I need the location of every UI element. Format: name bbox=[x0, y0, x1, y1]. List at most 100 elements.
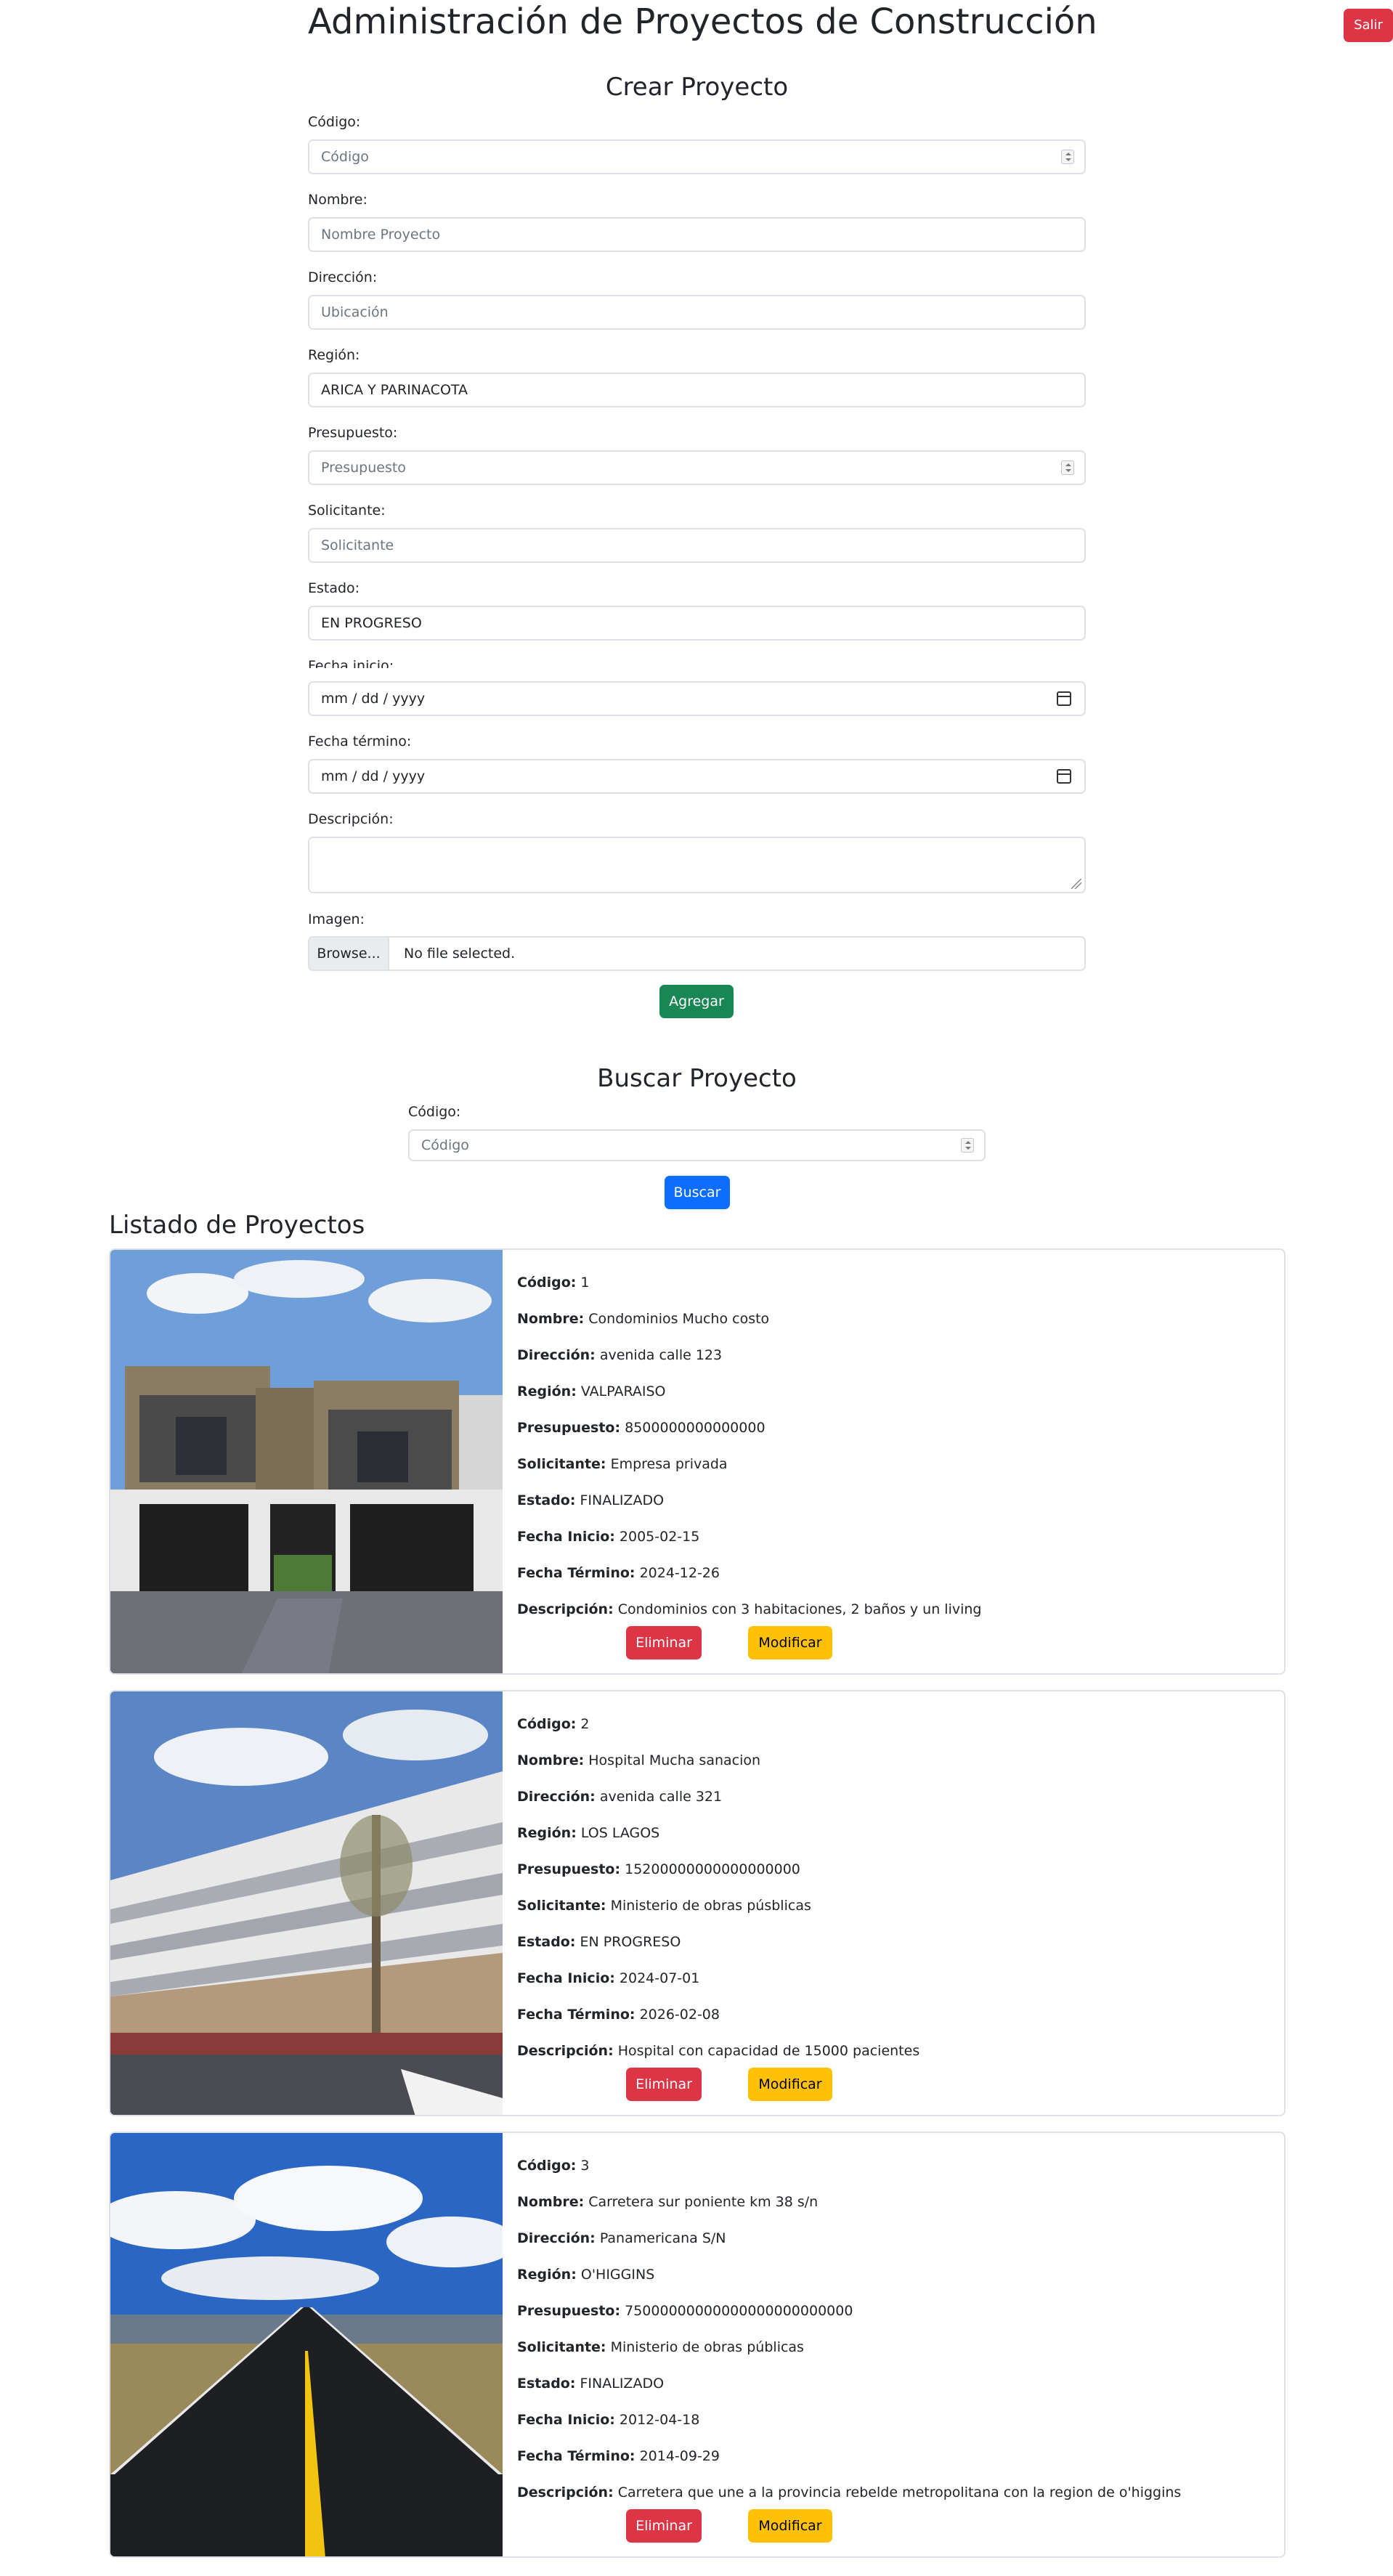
descripcion-textarea[interactable] bbox=[308, 837, 1086, 893]
imagen-file-input[interactable]: Browse... No file selected. bbox=[308, 936, 1086, 971]
solicitante-key: Solicitante: bbox=[517, 1456, 606, 1472]
fecha-inicio-value: 2024-07-01 bbox=[619, 1970, 700, 1986]
presupuesto-key: Presupuesto: bbox=[517, 1420, 621, 1436]
field-codigo: Código: 3 bbox=[517, 2148, 1272, 2184]
fecha-termino-key: Fecha Término: bbox=[517, 2448, 635, 2464]
modificar-button[interactable]: Modificar bbox=[748, 1626, 832, 1659]
resize-grip-icon[interactable] bbox=[1071, 879, 1081, 889]
number-spinner-icon[interactable] bbox=[1061, 460, 1074, 475]
field-presupuesto: Presupuesto: 75000000000000000000000000 bbox=[517, 2293, 1272, 2329]
eliminar-button[interactable]: Eliminar bbox=[626, 2509, 702, 2543]
nombre-key: Nombre: bbox=[517, 2194, 585, 2210]
region-selected-value: ARICA Y PARINACOTA bbox=[321, 382, 468, 398]
region-select[interactable]: ARICA Y PARINACOTA bbox=[308, 373, 1086, 407]
direccion-input[interactable]: Ubicación bbox=[308, 295, 1086, 330]
solicitante-input[interactable]: Solicitante bbox=[308, 528, 1086, 563]
field-region: Región: VALPARAISO bbox=[517, 1373, 1272, 1410]
presupuesto-value: 8500000000000000 bbox=[625, 1420, 765, 1436]
codigo-input[interactable]: Código bbox=[308, 139, 1086, 174]
region-key: Región: bbox=[517, 2267, 577, 2283]
fecha-inicio-value: 2005-02-15 bbox=[619, 1529, 700, 1545]
estado-label: Estado: bbox=[308, 580, 360, 596]
fecha-termino-value: 2026-02-08 bbox=[639, 2007, 720, 2023]
logout-button[interactable]: Salir bbox=[1344, 9, 1393, 42]
search-project-title: Buscar Proyecto bbox=[597, 1064, 797, 1093]
direccion-value: avenida calle 321 bbox=[599, 1789, 723, 1805]
direccion-value: Panamericana S/N bbox=[599, 2230, 726, 2246]
presupuesto-value: 15200000000000000000 bbox=[625, 1861, 800, 1877]
field-codigo: Código: 1 bbox=[517, 1264, 1272, 1301]
presupuesto-input[interactable]: Presupuesto bbox=[308, 450, 1086, 485]
codigo-key: Código: bbox=[517, 1275, 577, 1291]
project-list-title: Listado de Proyectos bbox=[109, 1211, 365, 1240]
nombre-key: Nombre: bbox=[517, 1311, 585, 1327]
region-value: VALPARAISO bbox=[580, 1384, 666, 1399]
field-nombre: Nombre: Carretera sur poniente km 38 s/n bbox=[517, 2184, 1272, 2220]
page-title: Administración de Proyectos de Construcc… bbox=[308, 1, 1097, 42]
nombre-value: Carretera sur poniente km 38 s/n bbox=[588, 2194, 819, 2210]
project-image bbox=[110, 1250, 503, 1673]
presupuesto-key: Presupuesto: bbox=[517, 1861, 621, 1877]
modificar-button[interactable]: Modificar bbox=[748, 2509, 832, 2543]
project-details: Código: 2 Nombre: Hospital Mucha sanacio… bbox=[517, 1706, 1272, 2069]
fecha-termino-input[interactable]: mm / dd / yyyy bbox=[308, 759, 1086, 794]
codigo-value: 1 bbox=[580, 1275, 590, 1291]
field-fecha-inicio: Fecha Inicio: 2005-02-15 bbox=[517, 1519, 1272, 1555]
fecha-inicio-key: Fecha Inicio: bbox=[517, 1970, 615, 1986]
number-spinner-icon[interactable] bbox=[961, 1138, 974, 1153]
estado-selected-value: EN PROGRESO bbox=[321, 615, 422, 631]
field-presupuesto: Presupuesto: 8500000000000000 bbox=[517, 1410, 1272, 1446]
solicitante-value: Ministerio de obras públicas bbox=[610, 2339, 804, 2355]
presupuesto-value: 75000000000000000000000000 bbox=[625, 2303, 853, 2319]
solicitante-label: Solicitante: bbox=[308, 503, 386, 519]
search-codigo-placeholder: Código bbox=[421, 1137, 469, 1153]
estado-select[interactable]: EN PROGRESO bbox=[308, 606, 1086, 641]
solicitante-value: Empresa privada bbox=[610, 1456, 728, 1472]
field-nombre: Nombre: Hospital Mucha sanacion bbox=[517, 1742, 1272, 1779]
nombre-value: Hospital Mucha sanacion bbox=[588, 1752, 761, 1768]
nombre-input[interactable]: Nombre Proyecto bbox=[308, 217, 1086, 252]
project-details: Código: 3 Nombre: Carretera sur poniente… bbox=[517, 2148, 1272, 2511]
region-key: Región: bbox=[517, 1384, 577, 1399]
fecha-inicio-input[interactable]: mm / dd / yyyy bbox=[308, 681, 1086, 716]
codigo-placeholder: Código bbox=[321, 149, 369, 165]
modificar-button[interactable]: Modificar bbox=[748, 2068, 832, 2101]
search-codigo-input[interactable]: Código bbox=[408, 1129, 986, 1161]
region-value: O'HIGGINS bbox=[580, 2267, 655, 2283]
field-descripcion: Descripción: Condominios con 3 habitacio… bbox=[517, 1591, 1272, 1628]
fecha-termino-value: 2024-12-26 bbox=[639, 1565, 720, 1581]
field-presupuesto: Presupuesto: 15200000000000000000 bbox=[517, 1851, 1272, 1888]
codigo-value: 2 bbox=[580, 1716, 590, 1732]
field-descripcion: Descripción: Carretera que une a la prov… bbox=[517, 2474, 1272, 2511]
field-fecha-termino: Fecha Término: 2024-12-26 bbox=[517, 1555, 1272, 1591]
field-direccion: Dirección: avenida calle 321 bbox=[517, 1779, 1272, 1815]
create-project-title: Crear Proyecto bbox=[605, 73, 789, 102]
descripcion-value: Condominios con 3 habitaciones, 2 baños … bbox=[617, 1601, 982, 1617]
eliminar-button[interactable]: Eliminar bbox=[626, 1626, 702, 1659]
nombre-value: Condominios Mucho costo bbox=[588, 1311, 770, 1327]
descripcion-key: Descripción: bbox=[517, 2043, 614, 2059]
presupuesto-label: Presupuesto: bbox=[308, 425, 398, 441]
field-fecha-inicio: Fecha Inicio: 2012-04-18 bbox=[517, 2402, 1272, 2438]
calendar-icon[interactable] bbox=[1057, 769, 1071, 784]
direccion-key: Dirección: bbox=[517, 1347, 596, 1363]
eliminar-button[interactable]: Eliminar bbox=[626, 2068, 702, 2101]
calendar-icon[interactable] bbox=[1057, 691, 1071, 706]
field-descripcion: Descripción: Hospital con capacidad de 1… bbox=[517, 2033, 1272, 2069]
codigo-key: Código: bbox=[517, 1716, 577, 1732]
field-solicitante: Solicitante: Ministerio de obras púsblic… bbox=[517, 1888, 1272, 1924]
field-fecha-termino: Fecha Término: 2026-02-08 bbox=[517, 1996, 1272, 2033]
nombre-label: Nombre: bbox=[308, 192, 367, 208]
solicitante-value: Ministerio de obras púsblicas bbox=[610, 1898, 811, 1914]
buscar-button[interactable]: Buscar bbox=[665, 1176, 730, 1209]
project-card: Código: 1 Nombre: Condominios Mucho cost… bbox=[109, 1248, 1286, 1675]
project-details: Código: 1 Nombre: Condominios Mucho cost… bbox=[517, 1264, 1272, 1628]
number-spinner-icon[interactable] bbox=[1061, 150, 1074, 164]
browse-button[interactable]: Browse... bbox=[309, 938, 389, 970]
descripcion-label: Descripción: bbox=[308, 811, 394, 827]
estado-key: Estado: bbox=[517, 1934, 576, 1950]
field-fecha-inicio: Fecha Inicio: 2024-07-01 bbox=[517, 1960, 1272, 1996]
agregar-button[interactable]: Agregar bbox=[659, 985, 734, 1018]
codigo-label: Código: bbox=[308, 114, 361, 130]
field-solicitante: Solicitante: Ministerio de obras pública… bbox=[517, 2329, 1272, 2365]
